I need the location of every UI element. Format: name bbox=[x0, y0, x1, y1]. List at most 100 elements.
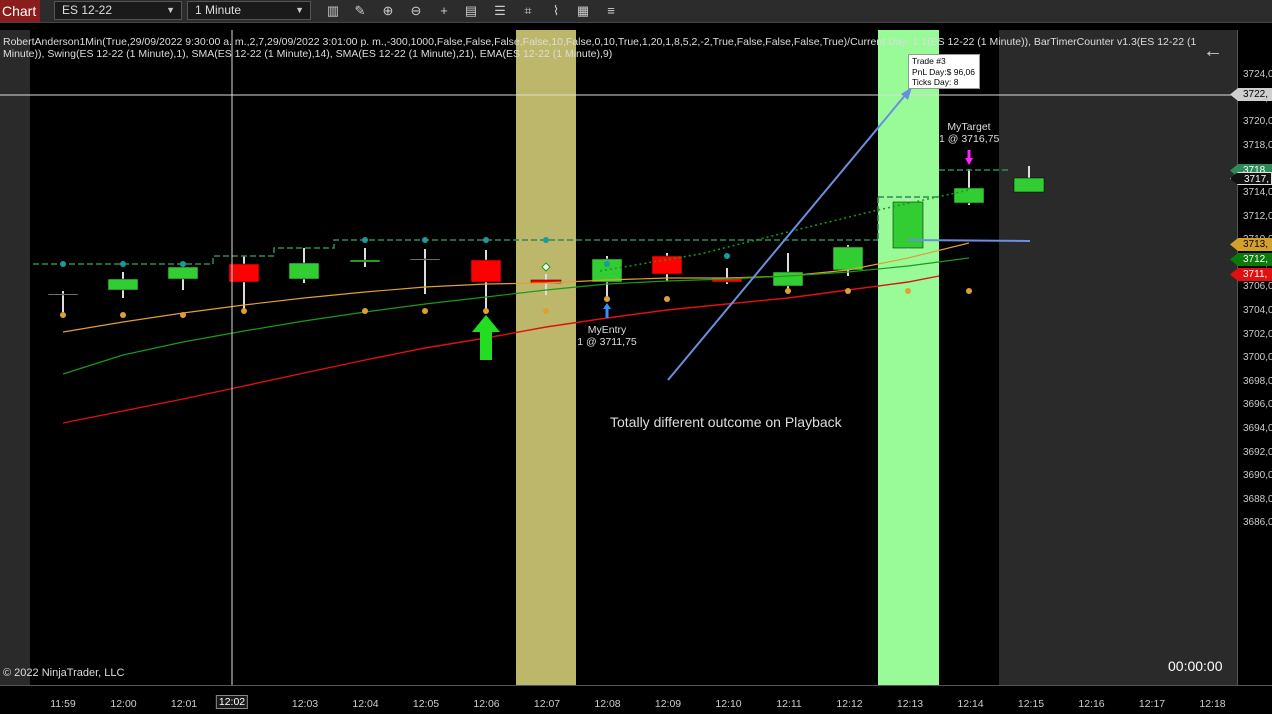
time-tick-label: 12:06 bbox=[473, 698, 500, 710]
annotation-arrow-line bbox=[667, 86, 913, 381]
candle-body bbox=[651, 255, 683, 275]
swing-low-dot bbox=[785, 288, 791, 294]
candle-body bbox=[953, 187, 985, 204]
price-tag: 3712, bbox=[1230, 253, 1272, 266]
swing-high-dot bbox=[120, 261, 126, 267]
candle-body bbox=[107, 278, 139, 291]
annotation-line bbox=[907, 239, 1031, 242]
price-tick-label: 3718,00 bbox=[1243, 139, 1272, 151]
indicator-label: RobertAnderson1Min(True,29/09/2022 9:30:… bbox=[3, 36, 1197, 60]
copyright-text: © 2022 NinjaTrader, LLC bbox=[3, 667, 125, 679]
ema9-line bbox=[62, 275, 940, 424]
entry-arrow-icon bbox=[603, 303, 611, 318]
candle-body bbox=[228, 263, 260, 283]
swing-low-dot bbox=[664, 296, 670, 302]
swing-low-dot bbox=[543, 308, 549, 314]
time-tick-label: 12:10 bbox=[715, 698, 742, 710]
price-tag: 3722, bbox=[1230, 88, 1272, 101]
candle-body bbox=[47, 293, 79, 296]
price-chart bbox=[0, 30, 1237, 685]
price-tick-label: 3698,00 bbox=[1243, 375, 1272, 387]
time-tick-label: 12:01 bbox=[170, 698, 198, 710]
trade-pnl: PnL Day:$ 96,06 bbox=[912, 66, 976, 77]
candle-body bbox=[832, 246, 864, 271]
price-tick-label: 3712,00 bbox=[1243, 210, 1272, 222]
time-tick-label: 12:18 bbox=[1199, 698, 1226, 710]
time-tick-label: 12:11 bbox=[776, 698, 802, 710]
trade-ticks: Ticks Day: 8 bbox=[912, 77, 959, 87]
swing-low-dot bbox=[60, 312, 66, 318]
long-signal-arrow bbox=[472, 315, 500, 360]
price-tag: 3711, bbox=[1230, 268, 1272, 281]
candle-body bbox=[288, 262, 320, 280]
price-tick-label: 3702,00 bbox=[1243, 328, 1272, 340]
time-tick-label: 12:00 bbox=[110, 698, 137, 710]
trade-number: Trade #3 bbox=[912, 56, 946, 66]
price-tick-label: 3706,00 bbox=[1243, 281, 1272, 293]
price-tick-label: 3688,00 bbox=[1243, 493, 1272, 505]
trade-exit-region bbox=[878, 30, 939, 685]
time-tick-label: 12:12 bbox=[836, 698, 863, 710]
target-name: MyTarget bbox=[947, 121, 991, 133]
entry-detail: 1 @ 3711,75 bbox=[577, 336, 637, 348]
candle-body bbox=[167, 266, 199, 280]
swing-low-dot bbox=[905, 288, 911, 294]
price-tick-label: 3694,00 bbox=[1243, 423, 1272, 434]
swing-low-dot bbox=[180, 312, 186, 318]
swing-low-dot bbox=[604, 296, 610, 302]
trade-info-box: Trade #3 PnL Day:$ 96,06 Ticks Day: 8 bbox=[908, 54, 980, 89]
highlight-bar-region bbox=[516, 30, 576, 685]
swing-high-dot bbox=[483, 237, 489, 243]
annotation-text: Totally different outcome on Playback bbox=[610, 414, 842, 430]
swing-high-dot bbox=[362, 237, 368, 243]
candle-body bbox=[349, 259, 381, 263]
time-tick-label: 12:14 bbox=[957, 698, 984, 710]
price-tick-label: 3692,00 bbox=[1243, 446, 1272, 458]
time-tick-label: 12:05 bbox=[412, 698, 440, 710]
candle-body bbox=[470, 259, 502, 283]
swing-low-dot bbox=[845, 288, 851, 294]
candle-body bbox=[1013, 177, 1045, 193]
time-tick-label: 12:15 bbox=[1017, 698, 1045, 710]
target-arrow-icon bbox=[965, 150, 973, 165]
time-tick-label: 12:16 bbox=[1078, 698, 1105, 710]
swing-low-dot bbox=[120, 312, 126, 318]
price-tick-label: 3690,00 bbox=[1243, 470, 1272, 482]
price-tick-label: 3696,00 bbox=[1243, 399, 1272, 411]
swing-high-dot bbox=[180, 261, 186, 267]
time-tick-label: 12:17 bbox=[1138, 698, 1166, 710]
time-tick-label: 12:04 bbox=[352, 698, 379, 710]
time-tick-label: 12:07 bbox=[533, 698, 561, 710]
swing-high-dot bbox=[543, 237, 549, 243]
price-tick-label: 3686,00 bbox=[1243, 517, 1272, 529]
price-tick-label: 3720,00 bbox=[1243, 116, 1272, 128]
target-label: MyTarget 1 @ 3716,75 bbox=[939, 121, 999, 145]
swing-low-dot bbox=[422, 308, 428, 314]
price-tag: 3717, bbox=[1230, 172, 1272, 185]
price-tag: 3713, bbox=[1230, 238, 1272, 251]
price-tick-label: 3714,00 bbox=[1243, 187, 1272, 198]
target-detail: 1 @ 3716,75 bbox=[939, 133, 1000, 145]
swing-low-dot bbox=[483, 308, 489, 314]
swing-low-dot bbox=[966, 288, 972, 294]
price-tick-label: 3704,00 bbox=[1243, 305, 1272, 316]
candle-body bbox=[892, 201, 924, 249]
time-tick-label: 12:09 bbox=[654, 698, 682, 710]
swing-low-dot bbox=[362, 308, 368, 314]
candle-body bbox=[772, 271, 804, 287]
price-tick-label: 3700,00 bbox=[1243, 352, 1272, 364]
crosshair-time-label: 12:02 bbox=[215, 695, 249, 709]
arrow-left-icon[interactable]: ← bbox=[1203, 40, 1223, 63]
entry-name: MyEntry bbox=[587, 324, 627, 336]
time-tick-label: 12:03 bbox=[291, 698, 319, 710]
swing-high-dot bbox=[60, 261, 66, 267]
swing-low-dot bbox=[241, 308, 247, 314]
price-tick-label: 3724,00 bbox=[1243, 69, 1272, 80]
entry-label: MyEntry 1 @ 3711,75 bbox=[577, 324, 637, 348]
candle-body bbox=[409, 258, 441, 261]
time-tick-label: 12:08 bbox=[594, 698, 621, 710]
swing-high-dot bbox=[724, 253, 730, 259]
bar-timer: 00:00:00 bbox=[1168, 658, 1223, 674]
time-tick-label: 11:59 bbox=[50, 698, 76, 710]
off-session-region bbox=[0, 30, 30, 685]
